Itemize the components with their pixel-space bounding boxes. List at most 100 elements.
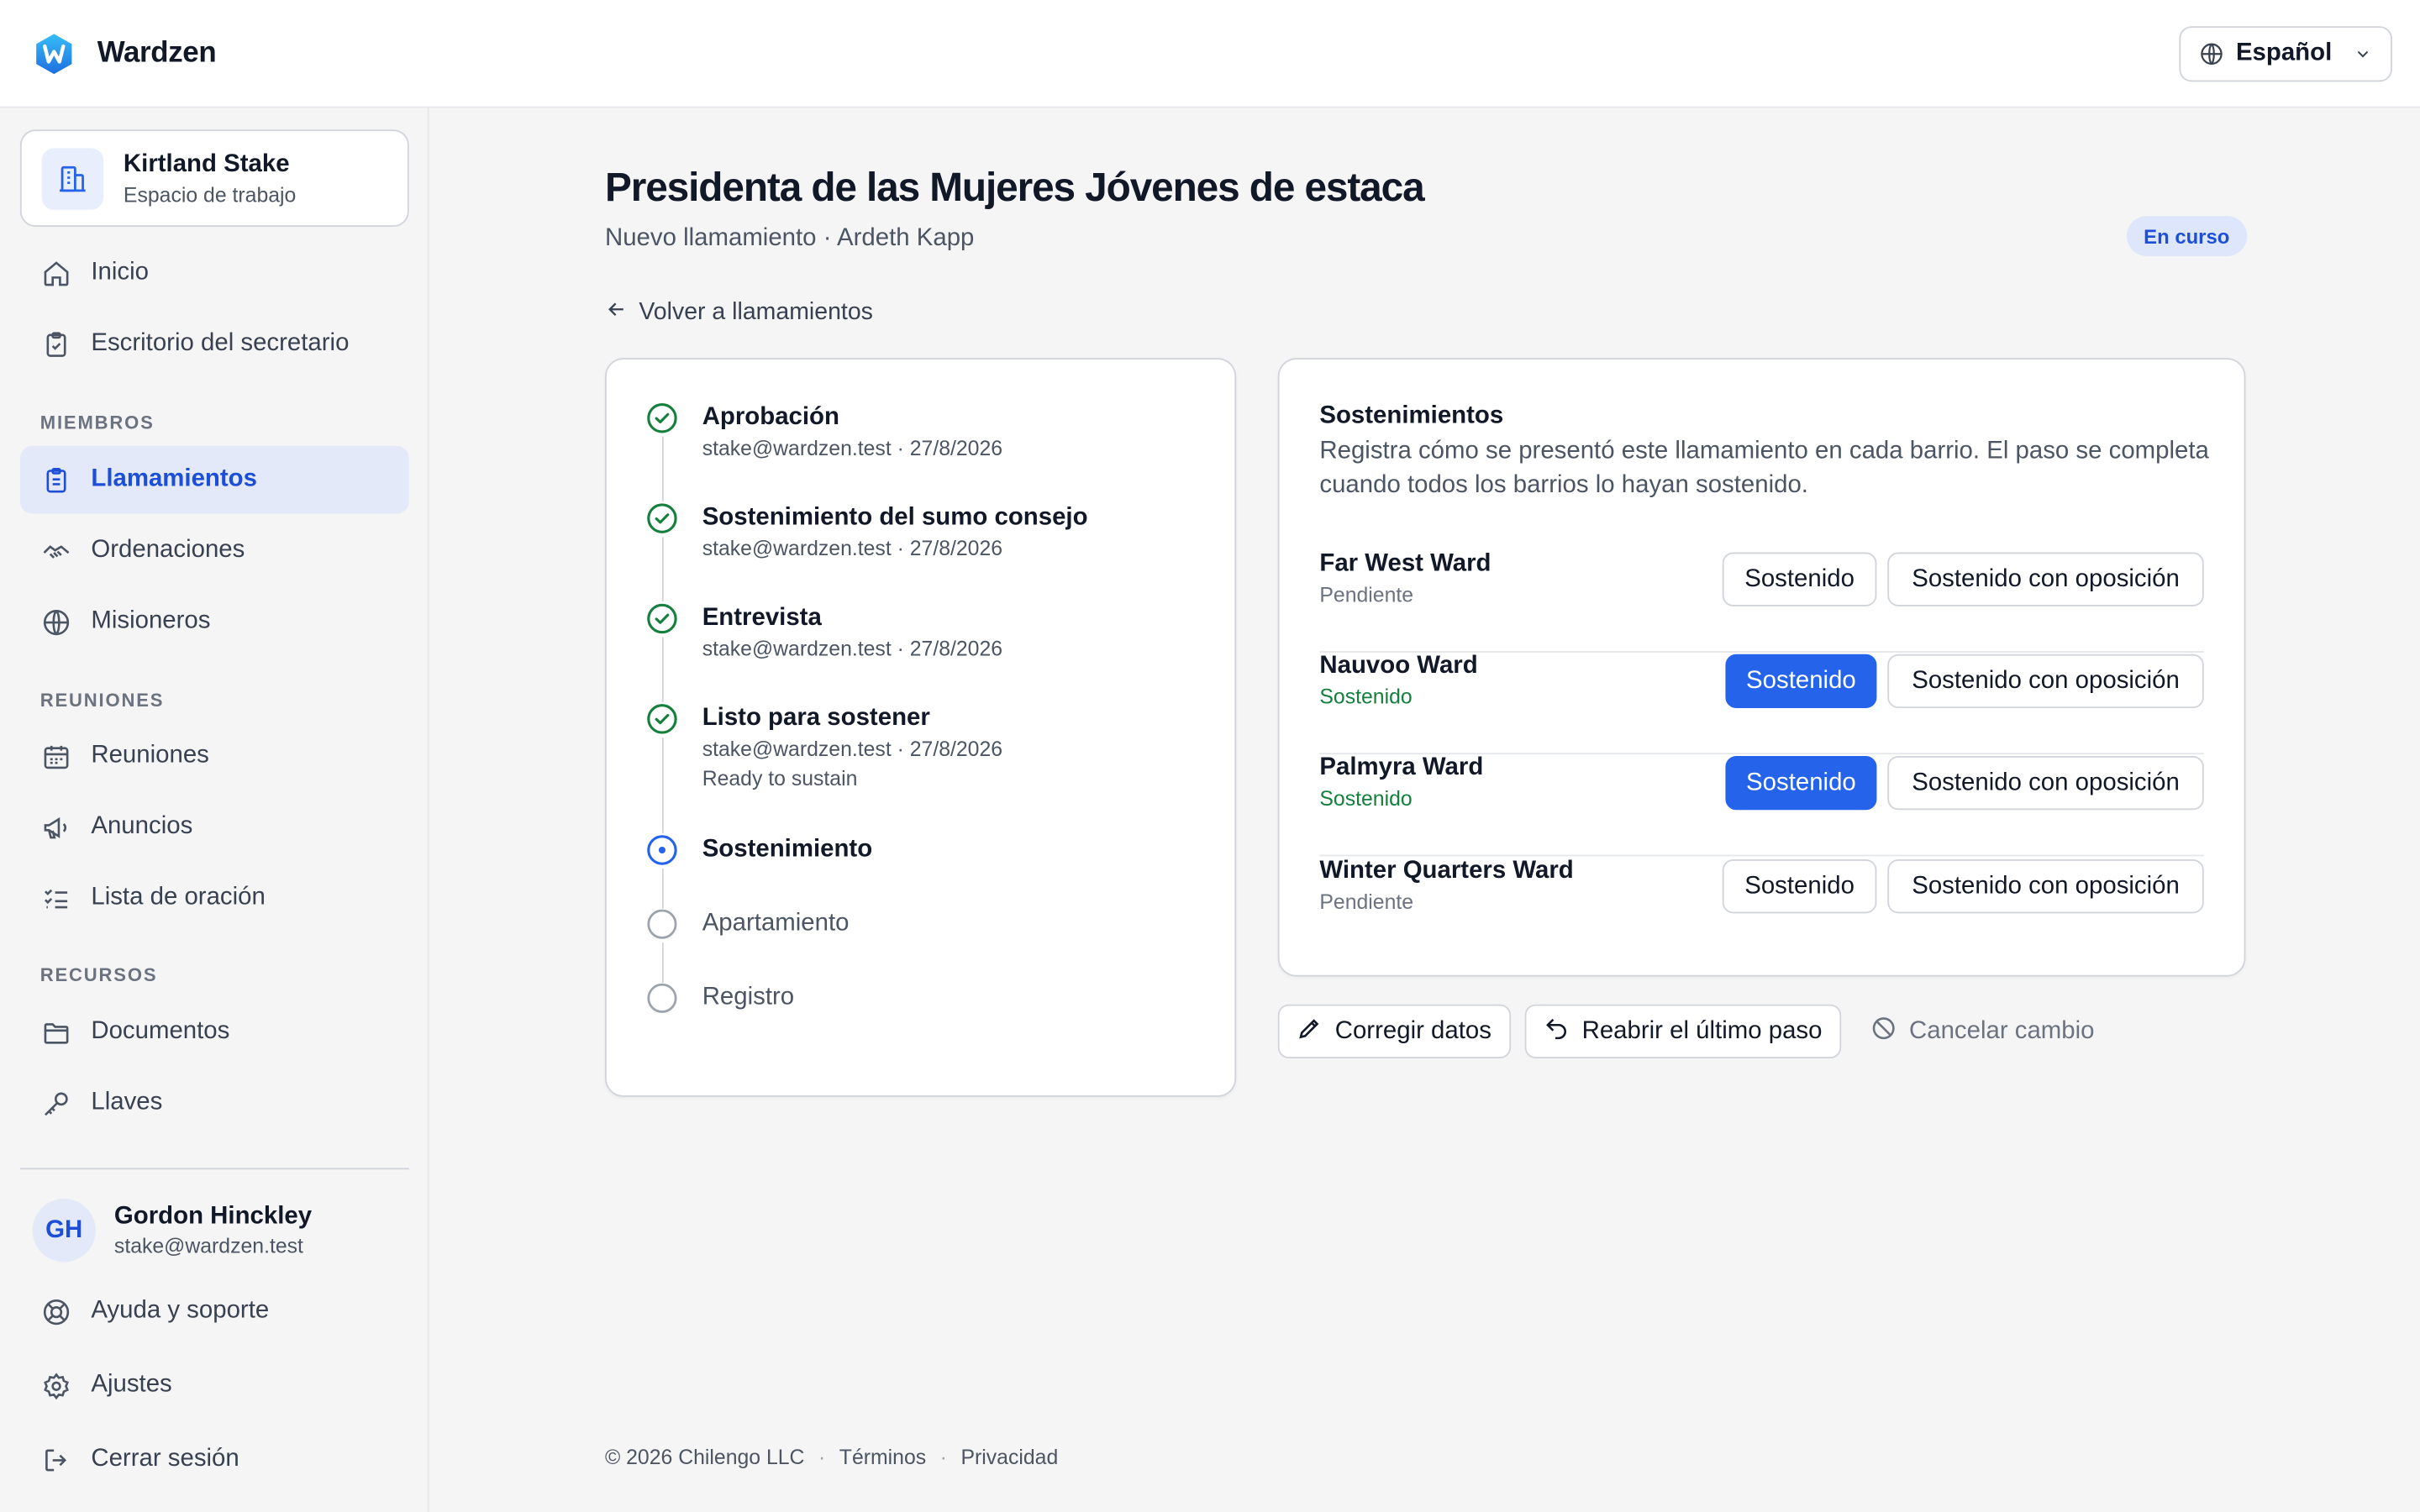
- sustained-button[interactable]: Sostenido: [1722, 552, 1877, 606]
- step-registro: Registro: [647, 983, 795, 1014]
- globe-icon: [40, 606, 71, 638]
- sidebar-item-llaves[interactable]: Llaves: [20, 1069, 409, 1137]
- edit-data-label: Corregir datos: [1334, 1017, 1491, 1044]
- sidebar-item-label: Ordenaciones: [91, 537, 245, 564]
- back-link[interactable]: Volver a llamamientos: [605, 297, 873, 328]
- sidebar-item-llamamientos[interactable]: Llamamientos: [19, 445, 409, 514]
- section-recursos: RECURSOS: [39, 963, 158, 986]
- folder-icon: [40, 1016, 71, 1047]
- sustainings-description: Registra cómo se presentó este llamamien…: [1319, 438, 2209, 499]
- page-subtitle: Nuevo llamamiento · Ardeth Kapp: [604, 225, 975, 252]
- step-sostenimiento: Sostenimiento: [647, 835, 872, 866]
- brand-name: Wardzen: [97, 36, 217, 69]
- step-name: Registro: [702, 984, 795, 1011]
- language-select[interactable]: Español: [2178, 25, 2392, 81]
- app-root: Wardzen Español Kirtland Stake Espacio d…: [0, 0, 2420, 1512]
- step-note: Ready to sustain: [702, 766, 858, 790]
- ward-name: Palmyra Ward: [1319, 754, 1484, 781]
- ward-status: Pendiente: [1319, 583, 1414, 606]
- lifebuoy-icon: [40, 1296, 71, 1327]
- clipboard-list-icon: [40, 465, 71, 496]
- check-circle-icon: [647, 503, 678, 534]
- sustained-button[interactable]: Sostenido: [1725, 755, 1877, 811]
- handshake-icon: [40, 535, 71, 566]
- sidebar-item-ayuda[interactable]: Ayuda y soporte: [20, 1278, 409, 1346]
- workspace-switcher[interactable]: Kirtland Stake Espacio de trabajo: [19, 129, 409, 227]
- checklist-icon: [40, 883, 71, 914]
- edit-data-button[interactable]: Corregir datos: [1277, 1004, 1512, 1058]
- row-divider: [1319, 854, 2204, 857]
- step-name: Sostenimiento del sumo consejo: [702, 504, 1088, 531]
- step-meta: stake@wardzen.test · 27/8/2026: [702, 637, 1003, 661]
- sidebar-item-anuncios[interactable]: Anuncios: [20, 793, 409, 861]
- reopen-step-button[interactable]: Reabrir el último paso: [1524, 1004, 1842, 1058]
- sidebar-item-lista-oracion[interactable]: Lista de oración: [20, 864, 409, 932]
- ward-name: Far West Ward: [1319, 550, 1491, 577]
- ward-row-nauvoo: Nauvoo Ward Sostenido Sostenido Sostenid…: [1319, 653, 2204, 755]
- empty-circle-icon: [647, 909, 678, 940]
- sidebar-item-inicio[interactable]: Inicio: [20, 239, 409, 307]
- user-email: stake@wardzen.test: [113, 1234, 303, 1257]
- sidebar-item-ordenaciones[interactable]: Ordenaciones: [20, 517, 409, 585]
- sidebar-item-label: Llaves: [91, 1089, 163, 1116]
- step-name: Aprobación: [702, 404, 839, 431]
- sidebar-item-escritorio[interactable]: Escritorio del secretario: [20, 310, 409, 378]
- globe-icon: [2199, 41, 2223, 66]
- reopen-step-label: Reabrir el último paso: [1581, 1017, 1823, 1044]
- step-entrevista: Entrevista stake@wardzen.test · 27/8/202…: [647, 603, 1003, 664]
- footer-privacy-link[interactable]: Privacidad: [960, 1446, 1058, 1469]
- cancel-change-button[interactable]: Cancelar cambio: [1870, 1005, 2095, 1058]
- sustained-opposed-button[interactable]: Sostenido con oposición: [1887, 755, 2204, 811]
- sidebar-item-ajustes[interactable]: Ajustes: [20, 1352, 409, 1420]
- user-name: Gordon Hinckley: [113, 1203, 313, 1230]
- ward-row-palmyra: Palmyra Ward Sostenido Sostenido Sosteni…: [1319, 754, 2204, 857]
- sidebar-item-label: Escritorio del secretario: [91, 330, 350, 357]
- footer-separator: ·: [939, 1445, 947, 1469]
- step-meta: stake@wardzen.test · 27/8/2026: [702, 737, 1003, 761]
- cancel-change-label: Cancelar cambio: [1908, 1017, 2095, 1044]
- sidebar-divider: [19, 1168, 409, 1170]
- current-step-icon: [647, 835, 678, 866]
- step-sumo-consejo: Sostenimiento del sumo consejo stake@war…: [647, 503, 1088, 564]
- user-profile[interactable]: GH Gordon Hinckley stake@wardzen.test: [32, 1199, 313, 1263]
- workspace-name: Kirtland Stake: [123, 150, 290, 177]
- sidebar-item-label: Ayuda y soporte: [91, 1297, 270, 1324]
- step-connector: [661, 942, 664, 983]
- check-circle-icon: [647, 402, 678, 433]
- sidebar-item-documentos[interactable]: Documentos: [20, 998, 409, 1066]
- ward-row-far-west: Far West Ward Pendiente Sostenido Sosten…: [1319, 550, 2204, 653]
- clipboard-icon: [40, 328, 71, 360]
- step-meta: stake@wardzen.test · 27/8/2026: [702, 537, 1003, 560]
- wardzen-logo-icon[interactable]: [34, 32, 74, 75]
- step-name: Entrevista: [702, 604, 822, 632]
- sustained-opposed-button[interactable]: Sostenido con oposición: [1887, 654, 2204, 709]
- sustainings-title: Sostenimientos: [1319, 402, 1504, 429]
- sustained-button[interactable]: Sostenido: [1722, 859, 1877, 914]
- step-connector: [661, 869, 664, 909]
- sidebar-item-label: Lista de oración: [91, 884, 266, 911]
- building-icon: [41, 147, 104, 209]
- sidebar-item-cerrar-sesion[interactable]: Cerrar sesión: [20, 1425, 409, 1494]
- chevron-down-icon: [2354, 44, 2372, 62]
- sidebar: Kirtland Stake Espacio de trabajo Inicio…: [0, 108, 429, 1512]
- sustained-opposed-button[interactable]: Sostenido con oposición: [1887, 859, 2204, 914]
- sidebar-item-reuniones[interactable]: Reuniones: [20, 722, 409, 790]
- sidebar-item-label: Inicio: [91, 259, 149, 286]
- ward-name: Winter Quarters Ward: [1319, 858, 1574, 885]
- sidebar-item-label: Cerrar sesión: [91, 1445, 239, 1473]
- workspace-subtitle: Espacio de trabajo: [123, 182, 297, 207]
- footer: © 2026 Chilengo LLC · Términos · Privaci…: [605, 1446, 1058, 1469]
- top-bar: Wardzen Español: [0, 0, 2420, 108]
- step-name: Apartamiento: [702, 910, 850, 937]
- sustained-opposed-button[interactable]: Sostenido con oposición: [1887, 552, 2204, 606]
- back-link-label: Volver a llamamientos: [639, 299, 873, 326]
- sustained-button[interactable]: Sostenido: [1725, 654, 1877, 709]
- pencil-icon: [1297, 1015, 1323, 1048]
- sidebar-item-label: Reuniones: [91, 742, 209, 769]
- language-label: Español: [2235, 39, 2333, 66]
- footer-terms-link[interactable]: Términos: [839, 1446, 926, 1469]
- ward-row-winter-quarters: Winter Quarters Ward Pendiente Sostenido…: [1319, 858, 2204, 959]
- check-circle-icon: [647, 603, 678, 634]
- sidebar-item-label: Misioneros: [91, 607, 211, 634]
- sidebar-item-misioneros[interactable]: Misioneros: [20, 588, 409, 656]
